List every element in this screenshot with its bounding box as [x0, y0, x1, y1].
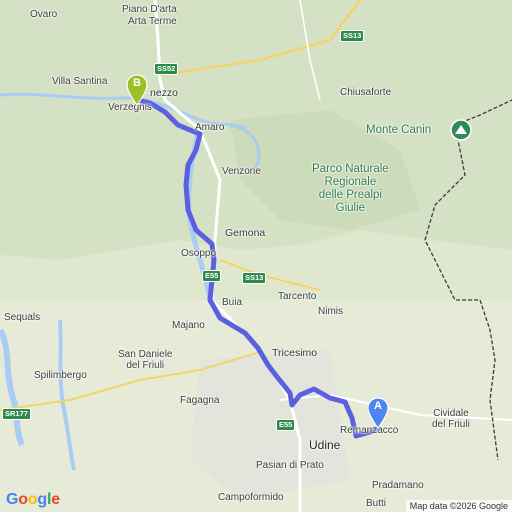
road-shield-ss13-south: SS13 [242, 272, 267, 284]
origin-marker-label: A [374, 400, 382, 412]
park-label-prealpi-giulie: Parco Naturale Regionale delle Prealpi G… [312, 163, 389, 214]
place-label-buia: Buia [222, 297, 243, 308]
place-label-tolmezzo: nezzo [150, 87, 179, 99]
road-shield-sr177: SR177 [2, 408, 31, 420]
destination-marker-label: B [133, 77, 141, 89]
mountain-peak-icon [450, 119, 472, 141]
place-label-osoppo: Osoppo [181, 248, 217, 259]
place-label-piano-darta: Piano D'arta [122, 4, 177, 15]
place-label-venzone: Venzone [222, 166, 261, 177]
road-shield-e55-south: E55 [276, 419, 296, 431]
place-label-amaro: Amaro [195, 122, 225, 133]
place-label-nimis: Nimis [318, 306, 343, 317]
place-label-campoformido: Campoformido [218, 492, 284, 503]
place-label-san-daniele: San Daniele del Friuli [118, 349, 173, 371]
peak-label-monte-canin: Monte Canin [366, 124, 432, 136]
destination-marker[interactable]: B [126, 74, 148, 106]
road-shield-ss52: SS52 [154, 63, 179, 75]
place-label-gemona: Gemona [225, 227, 266, 239]
google-logo[interactable]: Google [6, 491, 60, 509]
place-label-tricesimo: Tricesimo [272, 347, 318, 359]
place-label-majano: Majano [172, 320, 205, 331]
place-label-pasian-di-prato: Pasian di Prato [256, 460, 324, 471]
place-label-chiusaforte: Chiusaforte [340, 87, 392, 98]
place-label-tarcento: Tarcento [278, 291, 317, 302]
place-label-fagagna: Fagagna [180, 395, 220, 406]
place-label-pradamano: Pradamano [372, 480, 424, 491]
map-canvas[interactable]: Ovaro Piano D'arta Arta Terme Villa Sant… [0, 0, 512, 512]
place-label-villa-santina: Villa Santina [52, 76, 108, 87]
place-label-sequals: Sequals [4, 312, 41, 323]
place-label-arta-terme: Arta Terme [128, 16, 177, 27]
road-shield-e55-north: E55 [202, 270, 222, 282]
place-label-cividale: Cividale del Friuli [432, 408, 470, 430]
origin-marker[interactable]: A [367, 397, 389, 429]
map-attribution[interactable]: Map data ©2026 Google [405, 500, 512, 512]
place-label-butti: Butti [366, 498, 387, 509]
place-label-ovaro: Ovaro [30, 9, 58, 20]
place-label-spilimbergo: Spilimbergo [34, 370, 87, 381]
place-label-udine: Udine [309, 438, 341, 452]
road-shield-ss13-north: SS13 [340, 30, 365, 42]
